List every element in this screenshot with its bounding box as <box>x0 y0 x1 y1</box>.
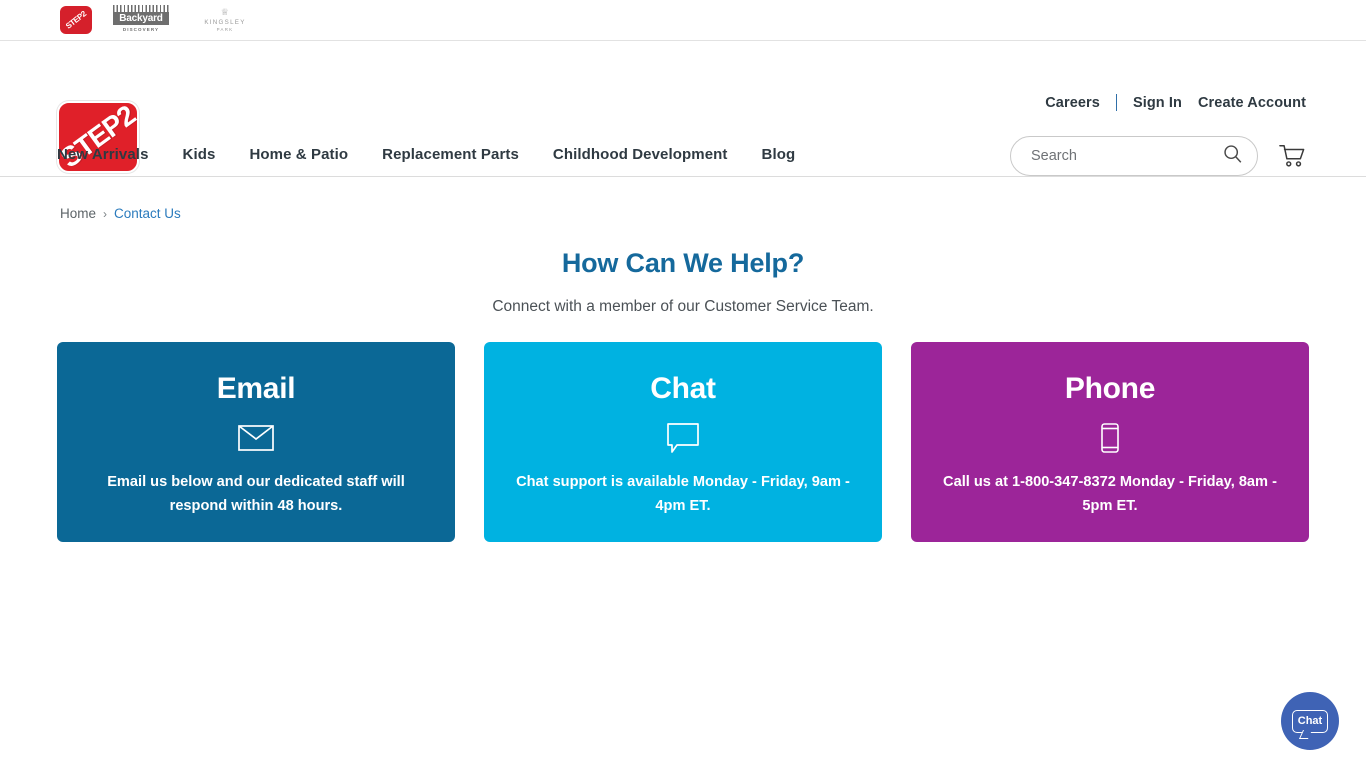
contact-card-chat[interactable]: Chat Chat support is available Monday - … <box>484 342 882 542</box>
search-box[interactable] <box>1010 136 1258 176</box>
backyard-logo-subtext: DISCOVERY <box>122 27 160 32</box>
utility-nav: Careers Sign In Create Account <box>1045 94 1306 111</box>
mobile-phone-icon <box>1101 423 1119 453</box>
brand-logo-kingsley-park[interactable]: ♕ KINGSLEY PARK <box>190 7 260 33</box>
backyard-logo-text: Backyard <box>113 12 169 25</box>
site-header: STEP2 Careers Sign In Create Account Sea… <box>0 41 1366 177</box>
crown-icon: ♕ <box>220 7 230 17</box>
breadcrumb: Home › Contact Us <box>0 177 1366 221</box>
breadcrumb-home[interactable]: Home <box>60 206 96 221</box>
brand-logo-step2[interactable] <box>60 6 92 34</box>
contact-card-chat-title: Chat <box>650 372 716 405</box>
speech-bubble-icon <box>667 422 699 453</box>
contact-card-chat-body: Chat support is available Monday - Frida… <box>516 474 850 514</box>
nav-item-home-and-patio[interactable]: Home & Patio <box>249 146 348 163</box>
grass-icon <box>113 5 169 12</box>
create-account-link[interactable]: Create Account <box>1198 95 1306 111</box>
search-row <box>1010 136 1306 176</box>
contact-card-phone[interactable]: Phone Call us at 1-800-347-8372 Monday -… <box>911 342 1309 542</box>
chat-widget-label: Chat <box>1297 715 1323 727</box>
brand-bar: Backyard DISCOVERY ♕ KINGSLEY PARK <box>0 0 1366 41</box>
nav-item-childhood-development[interactable]: Childhood Development <box>553 146 728 163</box>
chat-widget-button[interactable]: Chat <box>1281 692 1339 750</box>
contact-options: Email Email us below and our dedicated s… <box>0 342 1366 542</box>
contact-card-email[interactable]: Email Email us below and our dedicated s… <box>57 342 455 542</box>
shopping-cart-icon[interactable] <box>1278 143 1306 169</box>
nav-item-blog[interactable]: Blog <box>762 146 796 163</box>
search-input[interactable] <box>1031 148 1222 164</box>
contact-card-phone-title: Phone <box>1064 372 1156 405</box>
contact-card-email-body: Email us below and our dedicated staff w… <box>107 474 405 514</box>
sign-in-link[interactable]: Sign In <box>1133 95 1182 111</box>
nav-item-kids[interactable]: Kids <box>183 146 216 163</box>
chat-bubble-icon: Chat <box>1292 709 1328 733</box>
page-title: How Can We Help? <box>561 248 805 278</box>
main-nav: New Arrivals Kids Home & Patio Replaceme… <box>57 146 795 163</box>
breadcrumb-separator-icon: › <box>103 206 108 221</box>
nav-item-replacement-parts[interactable]: Replacement Parts <box>382 146 519 163</box>
page-subtitle: Connect with a member of our Customer Se… <box>492 298 874 315</box>
kingsley-logo-subtext: PARK <box>216 27 234 32</box>
contact-card-email-title: Email <box>216 372 296 405</box>
envelope-icon <box>238 423 274 453</box>
nav-item-new-arrivals[interactable]: New Arrivals <box>57 146 149 163</box>
contact-card-phone-body: Call us at 1-800-347-8372 Monday - Frida… <box>943 474 1277 514</box>
careers-link[interactable]: Careers <box>1045 95 1100 111</box>
brand-logo-backyard-discovery[interactable]: Backyard DISCOVERY <box>110 5 172 35</box>
step2-mini-logo-icon <box>60 6 92 34</box>
hero-section: How Can We Help? Connect with a member o… <box>0 248 1366 316</box>
breadcrumb-current[interactable]: Contact Us <box>114 206 181 221</box>
kingsley-logo-text: KINGSLEY <box>204 19 246 26</box>
search-icon[interactable] <box>1222 143 1243 169</box>
utility-nav-divider <box>1115 94 1117 111</box>
